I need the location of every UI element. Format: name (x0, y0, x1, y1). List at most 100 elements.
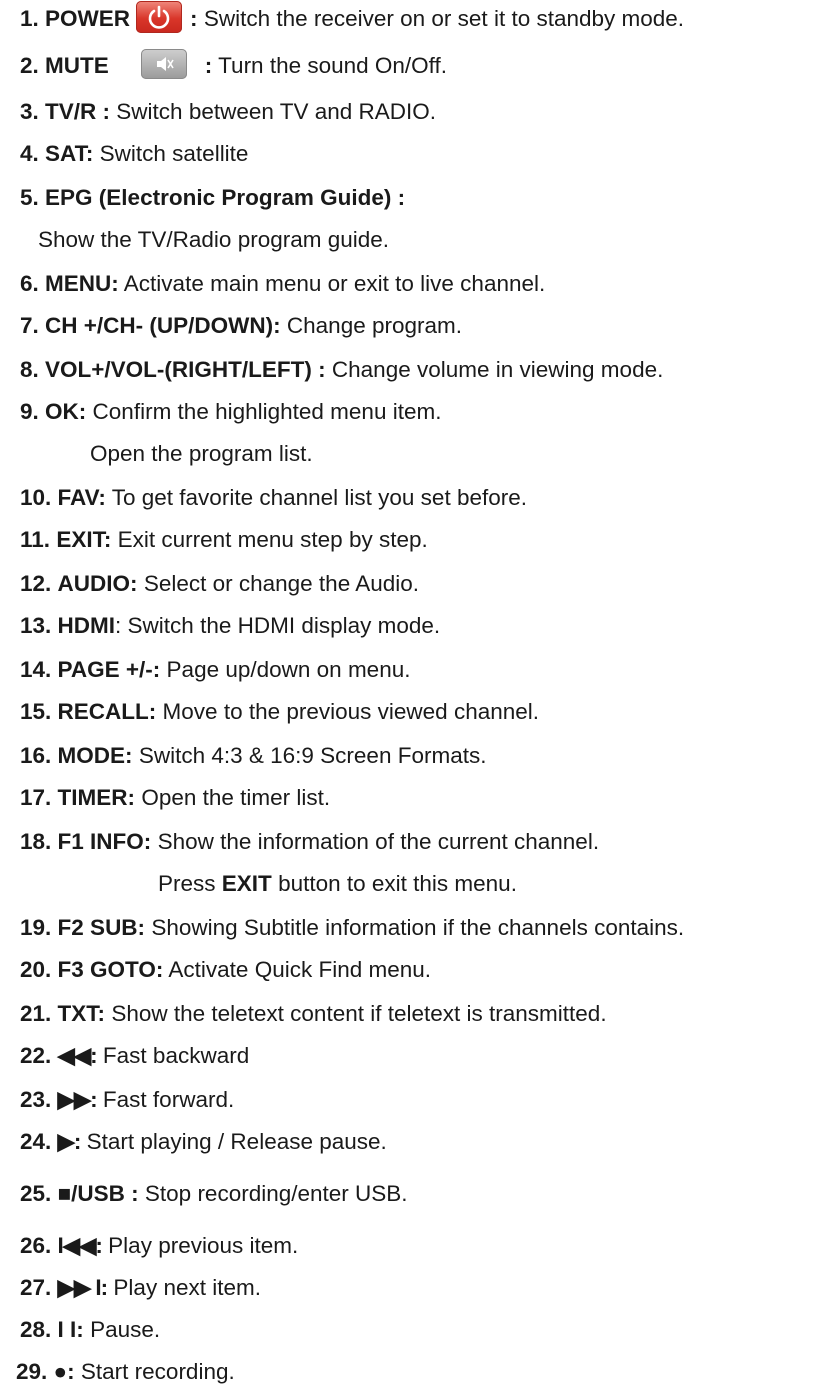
item-label: POWER (45, 5, 131, 31)
item-label: EPG (Electronic Program Guide) : (45, 185, 406, 210)
stop-icon: ■/USB : (57, 1181, 139, 1206)
item-description: Activate Quick Find menu. (168, 957, 432, 982)
item-number: 17. (20, 785, 52, 810)
item-label: PAGE +/-: (57, 657, 161, 682)
item-description: Play next item. (113, 1275, 261, 1300)
item-description: Select or change the Audio. (143, 571, 420, 596)
item-label: MUTE (45, 53, 109, 78)
item-description: Press (158, 871, 216, 896)
item-description: Turn the sound On/Off. (218, 53, 448, 78)
item-label: TXT: (57, 1001, 106, 1026)
item-description: Open the timer list. (141, 785, 331, 810)
item-description: Exit current menu step by step. (117, 527, 428, 552)
list-item: 2. MUTE: Turn the sound On/Off. (20, 49, 448, 80)
item-number: 2. (20, 53, 39, 78)
item-number: 28. (20, 1317, 52, 1342)
list-item: 4. SAT: Switch satellite (20, 140, 248, 168)
list-item: 24. ▶: Start playing / Release pause. (20, 1128, 387, 1156)
item-number: 12. (20, 571, 52, 596)
item-number: 7. (20, 313, 39, 338)
list-item: 19. F2 SUB: Showing Subtitle information… (20, 914, 684, 942)
item-number: 21. (20, 1001, 52, 1026)
item-label: F3 GOTO: (57, 957, 164, 982)
item-label: FAV: (57, 485, 106, 510)
item-description: Start recording. (80, 1359, 235, 1384)
item-label: F1 INFO: (57, 829, 152, 854)
item-number: 19. (20, 915, 52, 940)
item-description: Switch the receiver on or set it to stan… (203, 5, 685, 31)
item-description: : Switch the HDMI display mode. (115, 613, 441, 638)
skip-previous-icon: I◀◀: (57, 1233, 103, 1258)
item-description: Pause. (90, 1317, 161, 1342)
speaker-mute-icon (140, 49, 187, 80)
remote-key-list: 1. POWER: Switch the receiver on or set … (0, 0, 818, 1389)
item-description: button to exit this menu. (278, 871, 517, 896)
rewind-icon: ◀◀: (57, 1043, 98, 1068)
item-label: F2 SUB: (57, 915, 146, 940)
item-number: 10. (20, 485, 52, 510)
item-number: 6. (20, 271, 39, 296)
item-label: MENU: (45, 271, 119, 296)
item-description: Showing Subtitle information if the chan… (151, 915, 685, 940)
list-item: 23. ▶▶: Fast forward. (20, 1086, 234, 1114)
item-number: 16. (20, 743, 52, 768)
item-description: Show the TV/Radio program guide. (38, 227, 390, 252)
item-number: 9. (20, 399, 39, 424)
item-description: Switch between TV and RADIO. (116, 99, 437, 124)
item-label: TV/R : (45, 99, 111, 124)
list-item: 6. MENU: Activate main menu or exit to l… (20, 270, 545, 298)
item-description: Stop recording/enter USB. (144, 1181, 408, 1206)
item-number: 8. (20, 357, 39, 382)
item-number: 11. (20, 527, 51, 552)
fast-forward-icon: ▶▶: (57, 1087, 98, 1112)
item-description: Show the teletext content if teletext is… (111, 1001, 607, 1026)
item-description: Page up/down on menu. (166, 657, 411, 682)
item-description: Fast backward (102, 1043, 250, 1068)
list-item: 22. ◀◀: Fast backward (20, 1042, 249, 1070)
item-label: AUDIO: (57, 571, 138, 596)
list-item-continuation: Press EXIT button to exit this menu. (158, 870, 517, 898)
list-item: 15. RECALL: Move to the previous viewed … (20, 698, 539, 726)
item-number: 4. (20, 141, 39, 166)
item-description: Switch satellite (99, 141, 249, 166)
list-item: 20. F3 GOTO: Activate Quick Find menu. (20, 956, 431, 984)
item-label: HDMI (57, 613, 116, 638)
item-number: 22. (20, 1043, 52, 1068)
record-icon: ●: (53, 1359, 75, 1384)
item-label: VOL+/VOL-(RIGHT/LEFT) : (45, 357, 326, 382)
item-number: 5. (20, 185, 39, 210)
item-number: 18. (20, 829, 52, 854)
list-item: 12. AUDIO: Select or change the Audio. (20, 570, 419, 598)
item-description: Show the information of the current chan… (157, 829, 600, 854)
item-label: RECALL: (57, 699, 157, 724)
list-item: 21. TXT: Show the teletext content if te… (20, 1000, 607, 1028)
item-number: 14. (20, 657, 52, 682)
list-item: 27. ▶▶ I: Play next item. (20, 1274, 261, 1302)
item-label: SAT: (45, 141, 94, 166)
list-item: 13. HDMI: Switch the HDMI display mode. (20, 612, 440, 640)
play-icon: ▶: (57, 1129, 82, 1154)
item-description: Play previous item. (108, 1233, 299, 1258)
list-item: 26. I◀◀: Play previous item. (20, 1232, 298, 1260)
item-description: Activate main menu or exit to live chann… (123, 271, 546, 296)
item-label: MODE: (57, 743, 133, 768)
item-description: Move to the previous viewed channel. (162, 699, 540, 724)
item-number: 26. (20, 1233, 52, 1258)
item-description: Confirm the highlighted menu item. (92, 399, 442, 424)
list-item: 14. PAGE +/-: Page up/down on menu. (20, 656, 410, 684)
list-item: 3. TV/R : Switch between TV and RADIO. (20, 98, 436, 126)
list-item: 5. EPG (Electronic Program Guide) : (20, 184, 405, 212)
list-item: 10. FAV: To get favorite channel list yo… (20, 484, 527, 512)
item-number: 1. (20, 5, 39, 31)
item-number: 15. (20, 699, 52, 724)
item-description: Start playing / Release pause. (86, 1129, 387, 1154)
list-item: 11. EXIT: Exit current menu step by step… (20, 526, 428, 554)
list-item: 8. VOL+/VOL-(RIGHT/LEFT) : Change volume… (20, 356, 663, 384)
item-number: 25. (20, 1181, 52, 1206)
item-description: Switch 4:3 & 16:9 Screen Formats. (138, 743, 487, 768)
item-description: Change program. (286, 313, 463, 338)
list-item: 29. ●: Start recording. (16, 1358, 235, 1386)
list-item: 28. I I: Pause. (20, 1316, 160, 1344)
list-item: 7. CH +/CH- (UP/DOWN): Change program. (20, 312, 462, 340)
item-label: OK: (45, 399, 87, 424)
